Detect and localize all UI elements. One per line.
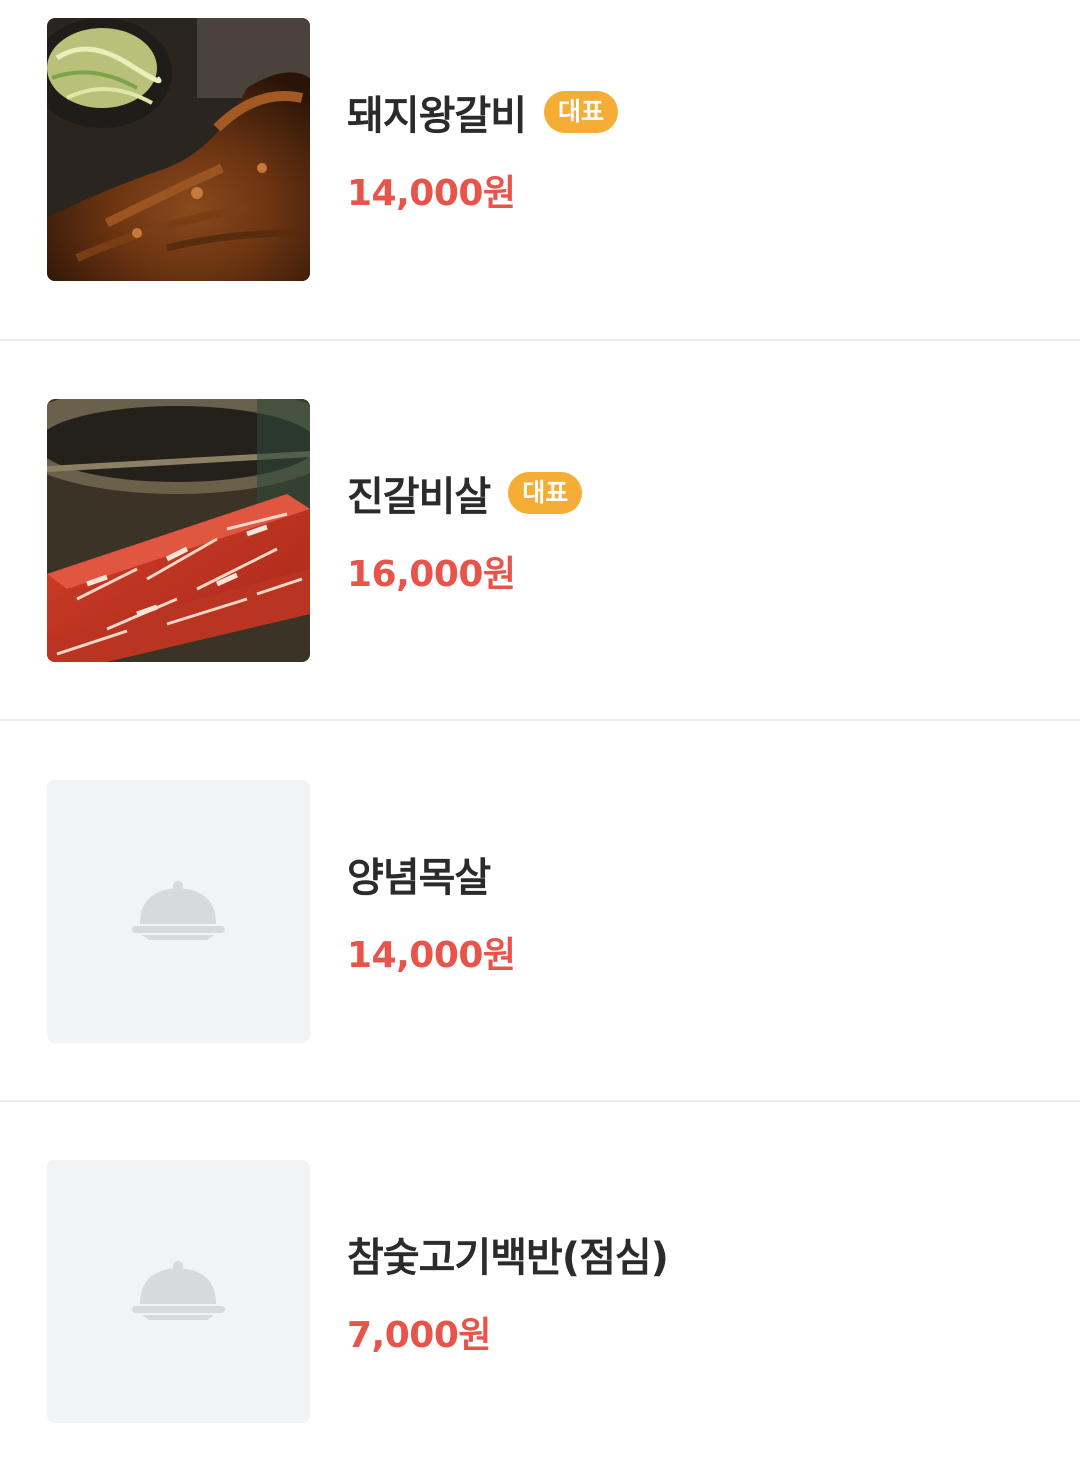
raw-marbled-rib-meat-photo	[47, 399, 310, 662]
signature-badge: 대표	[508, 472, 583, 514]
menu-item-photo[interactable]	[47, 18, 310, 281]
menu-item-name: 돼지왕갈비	[347, 93, 527, 139]
menu-item-name: 진갈비살	[347, 474, 491, 520]
menu-item-name-row: 참숯고기백반(점심)	[347, 1224, 669, 1284]
menu-item[interactable]: 양념목살 14,000원	[0, 762, 1080, 1100]
menu-item[interactable]: 진갈비살 대표 16,000원	[0, 381, 1080, 719]
menu-item-photo-placeholder[interactable]	[47, 780, 310, 1043]
divider	[0, 339, 1080, 341]
cloche-icon	[47, 780, 310, 1043]
menu-item-name: 참숯고기백반(점심)	[347, 1235, 669, 1281]
divider	[0, 1100, 1080, 1102]
menu-item-price: 14,000원	[347, 173, 516, 214]
signature-badge: 대표	[544, 91, 619, 133]
divider	[0, 719, 1080, 721]
menu-item[interactable]: 돼지왕갈비 대표 14,000원	[0, 0, 1080, 338]
grilled-pork-ribs-photo	[47, 18, 310, 281]
menu-item-photo-placeholder[interactable]	[47, 1160, 310, 1423]
menu-item[interactable]: 참숯고기백반(점심) 7,000원	[0, 1142, 1080, 1480]
menu-item-name-row: 진갈비살 대표	[347, 463, 583, 523]
menu-item-price: 7,000원	[347, 1315, 492, 1356]
menu-item-name-row: 양념목살	[347, 844, 491, 904]
menu-item-price: 14,000원	[347, 935, 516, 976]
menu-item-name: 양념목살	[347, 855, 491, 901]
cloche-icon	[47, 1160, 310, 1423]
menu-item-price: 16,000원	[347, 554, 516, 595]
menu-item-photo[interactable]	[47, 399, 310, 662]
menu-item-name-row: 돼지왕갈비 대표	[347, 82, 619, 142]
